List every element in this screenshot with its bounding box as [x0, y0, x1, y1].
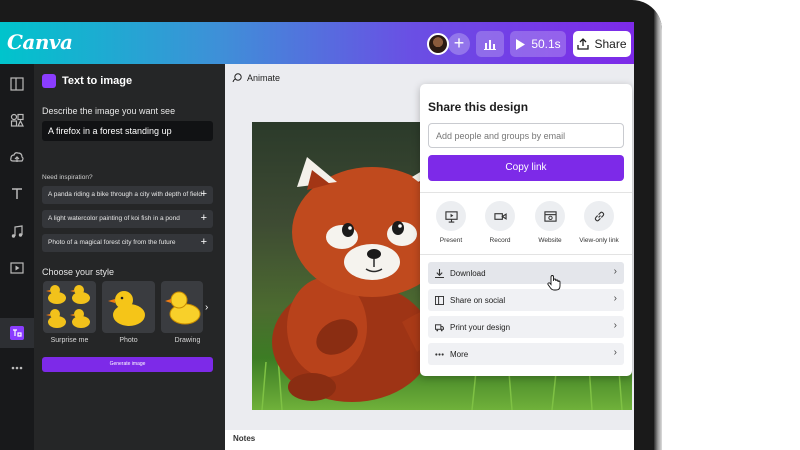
play-icon: [516, 38, 526, 50]
play-duration: 50.1s: [531, 37, 561, 51]
elements-icon[interactable]: [5, 108, 29, 132]
add-icon[interactable]: +: [201, 188, 207, 200]
share-button[interactable]: Share: [573, 31, 631, 57]
copy-link-button[interactable]: Copy link: [428, 155, 624, 181]
more-apps-icon[interactable]: [5, 356, 29, 380]
delivery-truck-icon: [435, 323, 444, 331]
chevron-right-icon: ›: [613, 293, 617, 304]
divider: [420, 254, 632, 255]
text-icon[interactable]: [5, 182, 29, 206]
print-design-row[interactable]: Print your design ›: [428, 316, 624, 338]
notes-bar: Notes: [225, 430, 634, 450]
suggestion-text: A light watercolor painting of koi fish …: [48, 215, 180, 222]
add-collaborator-button[interactable]: +: [448, 33, 470, 55]
rubber-duck-drawing-icon: [165, 291, 201, 325]
canva-logo: Canva: [7, 30, 73, 54]
suggestion-text: Photo of a magical forest city from the …: [48, 239, 176, 246]
option-label: Website: [538, 237, 562, 244]
inspiration-label: Need inspiration?: [42, 174, 93, 181]
website-icon: [543, 210, 557, 222]
share-panel-title: Share this design: [428, 100, 529, 114]
add-people-input[interactable]: Add people and groups by email: [428, 123, 624, 148]
style-card-drawing[interactable]: [161, 281, 203, 333]
animate-button[interactable]: Animate: [232, 73, 280, 83]
laptop-frame: Canva + 50.1s Share Text to image Descri…: [0, 0, 662, 450]
row-label: Print your design: [450, 322, 511, 332]
website-option[interactable]: Website: [527, 201, 573, 244]
rubber-ducks-icon: [46, 285, 90, 328]
row-label: Share on social: [450, 295, 506, 305]
chevron-right-icon: ›: [613, 347, 617, 358]
row-label: More: [450, 349, 469, 359]
animate-icon: [232, 73, 242, 83]
option-label: View-only link: [579, 237, 619, 244]
video-camera-icon: [493, 212, 507, 220]
audio-icon[interactable]: [5, 220, 29, 244]
divider: [420, 192, 632, 193]
add-icon[interactable]: +: [201, 236, 207, 248]
panel-title: Text to image: [62, 75, 133, 87]
chevron-right-icon[interactable]: ›: [205, 302, 208, 313]
add-icon[interactable]: +: [201, 212, 207, 224]
link-icon: [594, 211, 604, 221]
download-row[interactable]: Download ›: [428, 262, 624, 284]
download-icon: [435, 268, 444, 278]
animate-label: Animate: [247, 73, 281, 83]
share-on-social-row[interactable]: Share on social ›: [428, 289, 624, 311]
style-name: Drawing: [174, 337, 201, 344]
row-label: Download: [450, 268, 486, 278]
chevron-right-icon: ›: [613, 320, 617, 331]
generate-image-button[interactable]: Generate image: [42, 357, 213, 372]
insights-button[interactable]: [476, 31, 504, 57]
more-dots-icon: [435, 352, 444, 356]
text-to-image-logo-icon: [42, 74, 56, 88]
share-label: Share: [594, 37, 627, 51]
design-icon[interactable]: [5, 72, 29, 96]
style-name: Surprise me: [50, 337, 89, 344]
prompt-input[interactable]: A firefox in a forest standing up: [42, 121, 213, 141]
chevron-right-icon: ›: [613, 266, 617, 277]
canva-editor: Canva + 50.1s Share Text to image Descri…: [0, 22, 634, 450]
record-option[interactable]: Record: [477, 201, 523, 244]
text-to-image-panel: Text to image Describe the image you wan…: [34, 64, 225, 450]
text-to-image-app-icon[interactable]: [0, 318, 34, 348]
present-option[interactable]: Present: [428, 201, 474, 244]
share-design-popover: Share this design Add people and groups …: [420, 84, 632, 376]
suggestion-text: A panda riding a bike through a city wit…: [48, 191, 202, 198]
style-name: Photo: [119, 337, 138, 344]
style-card-photo[interactable]: [102, 281, 155, 333]
more-row[interactable]: More ›: [428, 343, 624, 365]
video-icon[interactable]: [5, 256, 29, 280]
view-only-link-option[interactable]: View-only link: [576, 201, 622, 244]
user-avatar[interactable]: [427, 33, 449, 55]
suggestion-item[interactable]: Photo of a magical forest city from the …: [42, 234, 213, 252]
style-card-surprise[interactable]: [43, 281, 96, 333]
notes-label[interactable]: Notes: [233, 434, 255, 443]
social-icon: [435, 295, 444, 305]
suggestion-item[interactable]: A light watercolor painting of koi fish …: [42, 210, 213, 228]
present-play-button[interactable]: 50.1s: [510, 31, 566, 57]
hand-cursor-icon: [547, 275, 561, 291]
upload-icon: [577, 38, 590, 50]
bar-chart-icon: [484, 40, 496, 50]
uploads-icon[interactable]: [5, 146, 29, 170]
panel-header: Text to image: [42, 74, 132, 88]
option-label: Record: [489, 237, 511, 244]
top-bar: Canva + 50.1s Share: [0, 22, 634, 64]
rubber-duck-photo-icon: [108, 291, 145, 326]
suggestion-item[interactable]: A panda riding a bike through a city wit…: [42, 186, 213, 204]
option-label: Present: [439, 237, 463, 244]
describe-label: Describe the image you want see: [42, 106, 176, 116]
style-label: Choose your style: [42, 267, 115, 277]
present-icon: [444, 210, 458, 223]
side-rail: [0, 64, 34, 450]
